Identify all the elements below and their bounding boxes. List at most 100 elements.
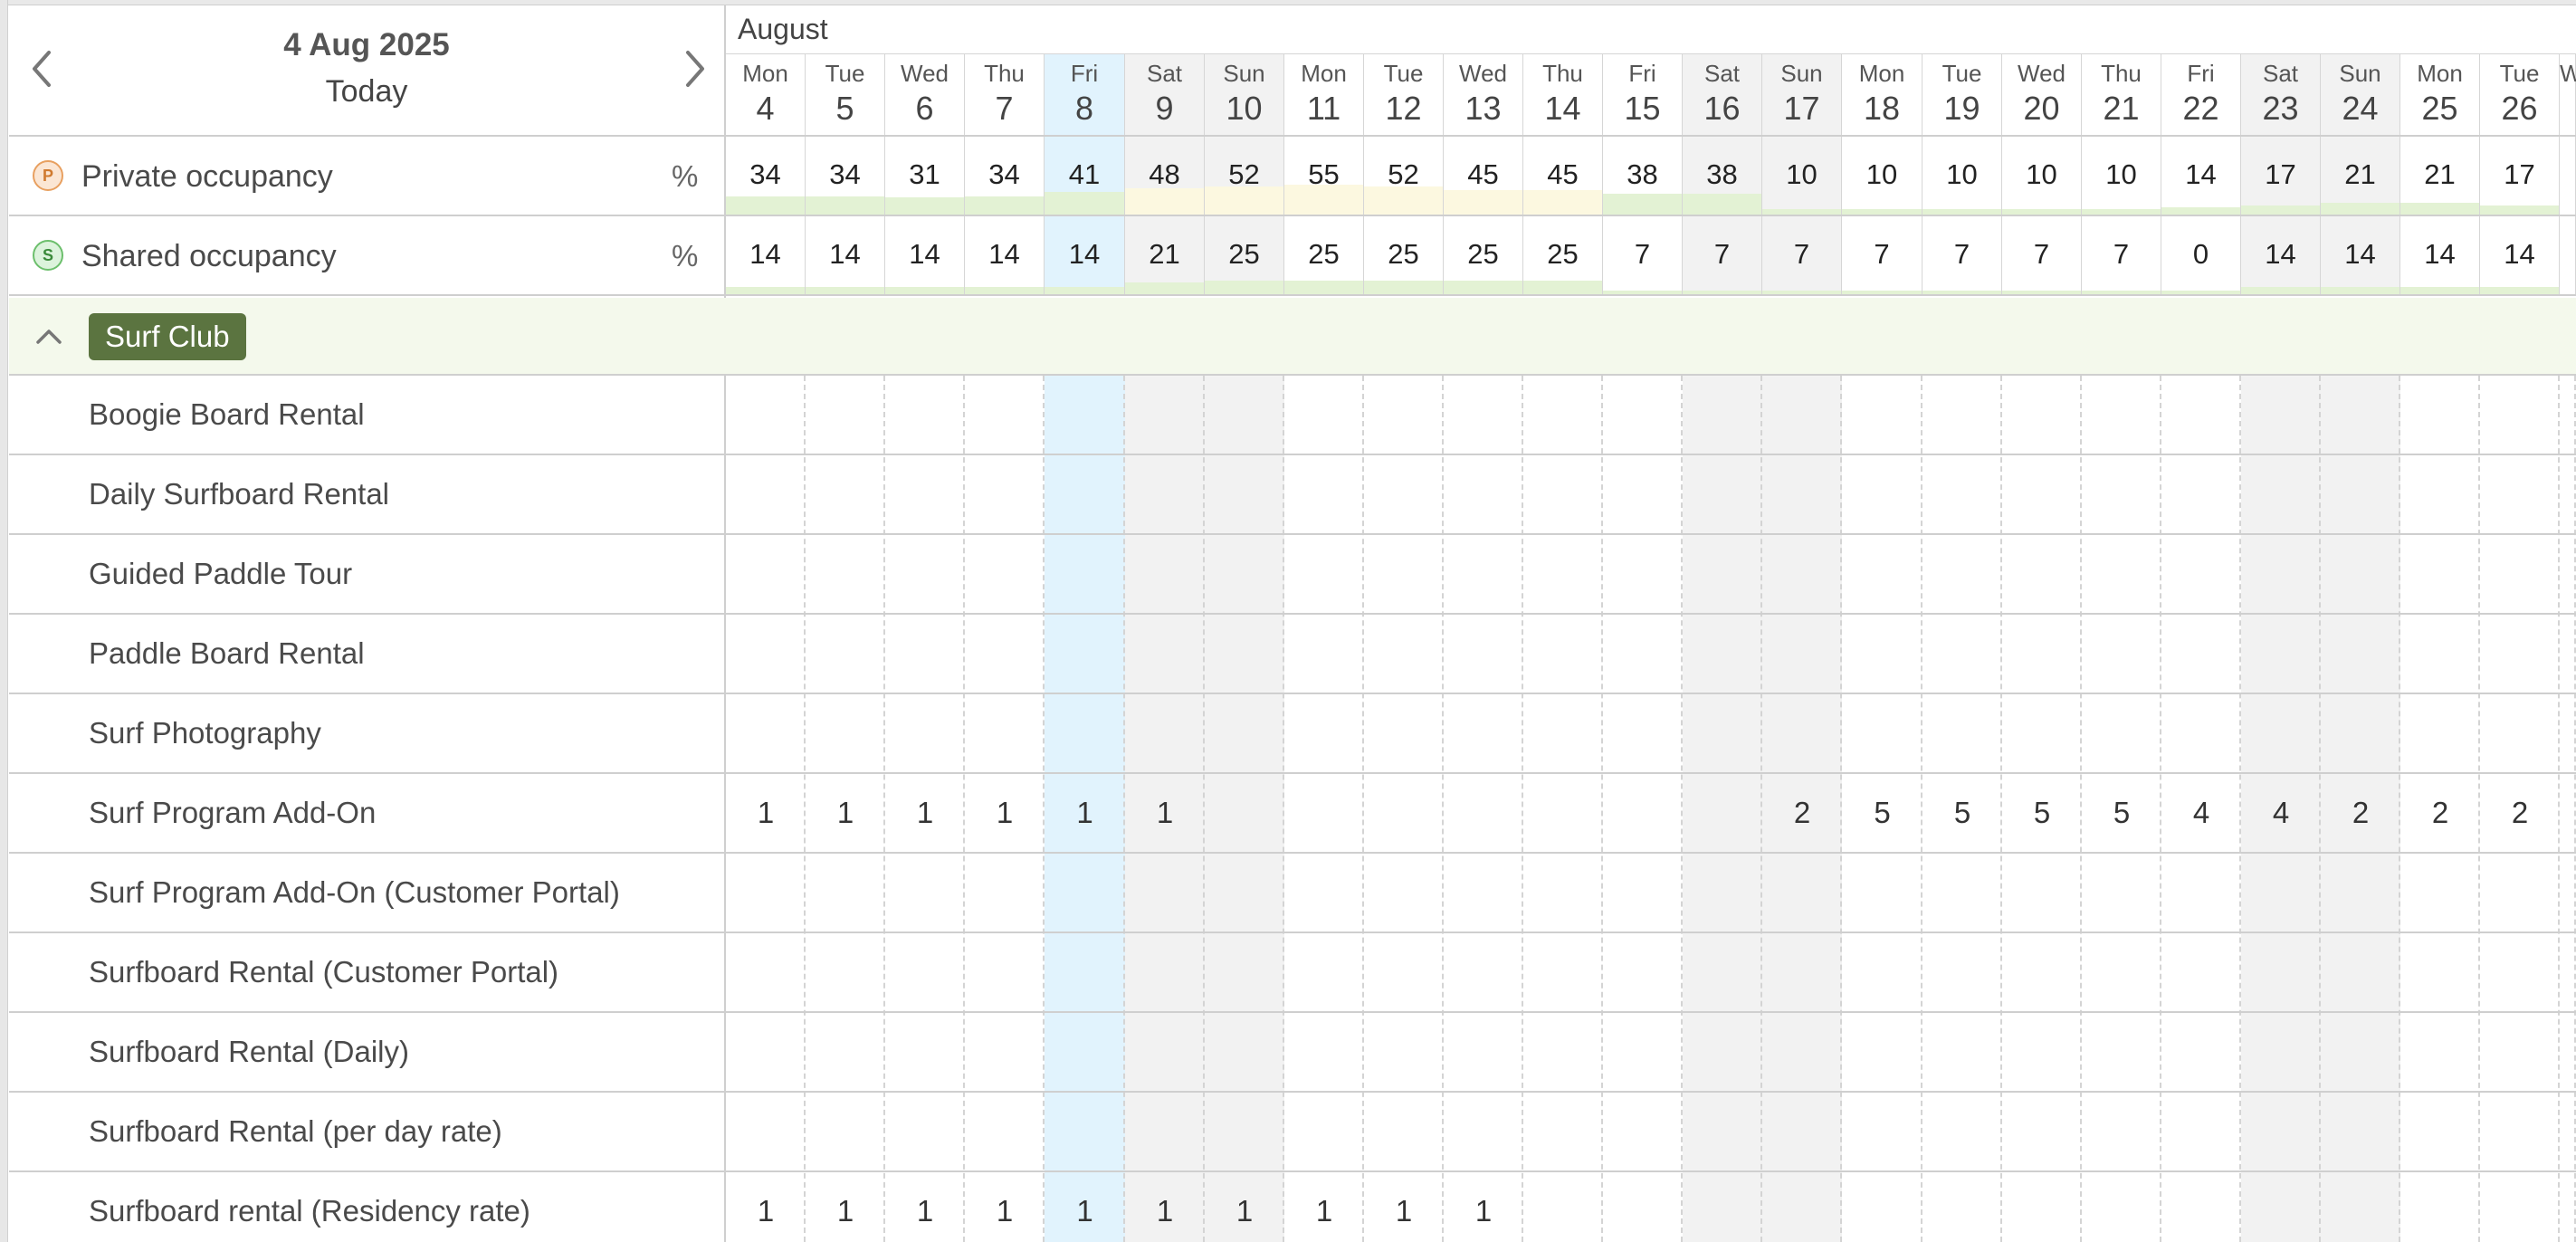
day-header[interactable]: Thu 21 <box>2082 54 2161 136</box>
item-row-label[interactable]: Surf Program Add-On <box>89 796 376 830</box>
occupancy-cell: 41 <box>1045 137 1125 215</box>
item-cell-value[interactable]: 1 <box>965 796 1045 830</box>
occupancy-bar <box>1603 291 1682 294</box>
row-divider <box>9 693 2576 694</box>
day-number: 5 <box>835 90 854 127</box>
occupancy-value: 25 <box>1467 238 1499 270</box>
day-header[interactable]: Wed 6 <box>885 54 965 136</box>
day-header[interactable]: Fri 8 <box>1045 54 1125 136</box>
occupancy-value: 25 <box>1308 238 1340 270</box>
occupancy-cell: 25 <box>1364 216 1444 294</box>
day-header[interactable]: Fri 22 <box>2161 54 2241 136</box>
day-of-week: Sat <box>1703 60 1741 87</box>
occupancy-value: 10 <box>1946 158 1978 190</box>
item-row-label[interactable]: Guided Paddle Tour <box>89 557 352 591</box>
day-header[interactable]: Tue 5 <box>806 54 885 136</box>
day-header[interactable]: Thu 14 <box>1523 54 1603 136</box>
occupancy-bar <box>806 196 884 215</box>
occupancy-bar <box>2400 203 2479 215</box>
item-cell-value[interactable]: 2 <box>2480 796 2560 830</box>
occupancy-bar <box>1444 190 1522 215</box>
occupancy-bar <box>1842 209 1922 215</box>
day-header[interactable]: Fri 15 <box>1603 54 1683 136</box>
occupancy-bar <box>726 287 805 294</box>
occupancy-bar <box>2241 205 2320 215</box>
occupancy-value: 38 <box>1706 158 1738 190</box>
next-period-button[interactable] <box>677 47 713 91</box>
item-cell-value[interactable]: 5 <box>2082 796 2161 830</box>
day-header[interactable]: Mon 4 <box>726 54 806 136</box>
occupancy-bar <box>2082 291 2161 294</box>
item-row-label[interactable]: Paddle Board Rental <box>89 636 365 671</box>
occupancy-bar <box>2241 287 2320 294</box>
item-cell-value[interactable]: 2 <box>1762 796 1842 830</box>
group-row[interactable] <box>9 298 2576 376</box>
occupancy-bar <box>1205 186 1283 215</box>
item-row-label[interactable]: Surfboard rental (Residency rate) <box>89 1194 530 1228</box>
day-header[interactable]: Tue 26 <box>2480 54 2560 136</box>
occupancy-value: 7 <box>2113 238 2130 270</box>
item-cell-value[interactable]: 1 <box>806 796 885 830</box>
item-cell-value[interactable]: 1 <box>1205 1194 1284 1228</box>
item-cell-value[interactable]: 5 <box>1842 796 1922 830</box>
item-cell-value[interactable]: 2 <box>2321 796 2400 830</box>
day-number: 24 <box>2342 90 2379 127</box>
day-header[interactable]: Sun 24 <box>2321 54 2400 136</box>
item-cell-value[interactable]: 1 <box>806 1194 885 1228</box>
occupancy-bar <box>2161 291 2240 294</box>
item-cell-value[interactable]: 1 <box>1284 1194 1364 1228</box>
item-row-label[interactable]: Surfboard Rental (Daily) <box>89 1035 409 1069</box>
item-cell-value[interactable]: 1 <box>1125 1194 1205 1228</box>
item-cell-value[interactable]: 1 <box>1444 1194 1523 1228</box>
item-cell-value[interactable]: 1 <box>1045 796 1125 830</box>
occupancy-value: 10 <box>2026 158 2057 190</box>
today-button[interactable]: Today <box>9 74 724 110</box>
item-cell-value[interactable]: 1 <box>1125 796 1205 830</box>
item-cell-value[interactable]: 1 <box>1045 1194 1125 1228</box>
item-cell-value[interactable]: 1 <box>885 796 965 830</box>
day-header[interactable]: Wed 13 <box>1444 54 1523 136</box>
occupancy-value: 7 <box>1634 238 1651 270</box>
occupancy-bar <box>1284 185 1363 215</box>
day-header[interactable]: Mon 25 <box>2400 54 2480 136</box>
day-header[interactable]: Tue 12 <box>1364 54 1444 136</box>
occupancy-value: 7 <box>2033 238 2050 270</box>
item-cell-value[interactable]: 5 <box>2002 796 2082 830</box>
item-cell-value[interactable]: 2 <box>2400 796 2480 830</box>
collapse-group-button[interactable] <box>31 319 67 355</box>
item-cell-value[interactable]: 5 <box>1922 796 2002 830</box>
item-cell-value[interactable]: 1 <box>965 1194 1045 1228</box>
day-header[interactable]: Mon 18 <box>1842 54 1922 136</box>
day-header[interactable]: Wed 20 <box>2002 54 2082 136</box>
occupancy-cell: 14 <box>2241 216 2321 294</box>
occupancy-cell: 10 <box>1762 137 1842 215</box>
day-header[interactable]: Sat 23 <box>2241 54 2321 136</box>
day-of-week: Wed <box>2018 60 2066 87</box>
occupancy-bar <box>1603 194 1682 215</box>
item-cell-value[interactable]: 1 <box>1364 1194 1444 1228</box>
item-cell-value[interactable]: 4 <box>2241 796 2321 830</box>
item-cell-value[interactable]: 1 <box>885 1194 965 1228</box>
item-row-label[interactable]: Surfboard Rental (Customer Portal) <box>89 955 558 989</box>
occupancy-cell: 14 <box>1045 216 1125 294</box>
item-row-label[interactable]: Surf Photography <box>89 716 321 750</box>
occupancy-cell: 7 <box>1683 216 1762 294</box>
day-header[interactable]: Tue 19 <box>1922 54 2002 136</box>
item-row-label[interactable]: Surf Program Add-On (Customer Portal) <box>89 875 620 910</box>
occupancy-cell: 34 <box>726 137 806 215</box>
day-header[interactable]: Sun 10 <box>1205 54 1284 136</box>
item-row-label[interactable]: Boogie Board Rental <box>89 397 365 432</box>
day-header[interactable]: Sun 17 <box>1762 54 1842 136</box>
day-header[interactable]: Mon 11 <box>1284 54 1364 136</box>
day-header[interactable]: Sat 9 <box>1125 54 1205 136</box>
day-number: 20 <box>2023 90 2060 127</box>
day-header[interactable]: Thu 7 <box>965 54 1045 136</box>
current-date[interactable]: 4 Aug 2025 <box>9 27 724 63</box>
item-cell-value[interactable]: 4 <box>2161 796 2241 830</box>
item-row-label[interactable]: Surfboard Rental (per day rate) <box>89 1114 502 1149</box>
day-header[interactable]: W <box>2560 54 2576 136</box>
item-cell-value[interactable]: 1 <box>726 796 806 830</box>
item-row-label[interactable]: Daily Surfboard Rental <box>89 477 389 511</box>
item-cell-value[interactable]: 1 <box>726 1194 806 1228</box>
day-header[interactable]: Sat 16 <box>1683 54 1762 136</box>
